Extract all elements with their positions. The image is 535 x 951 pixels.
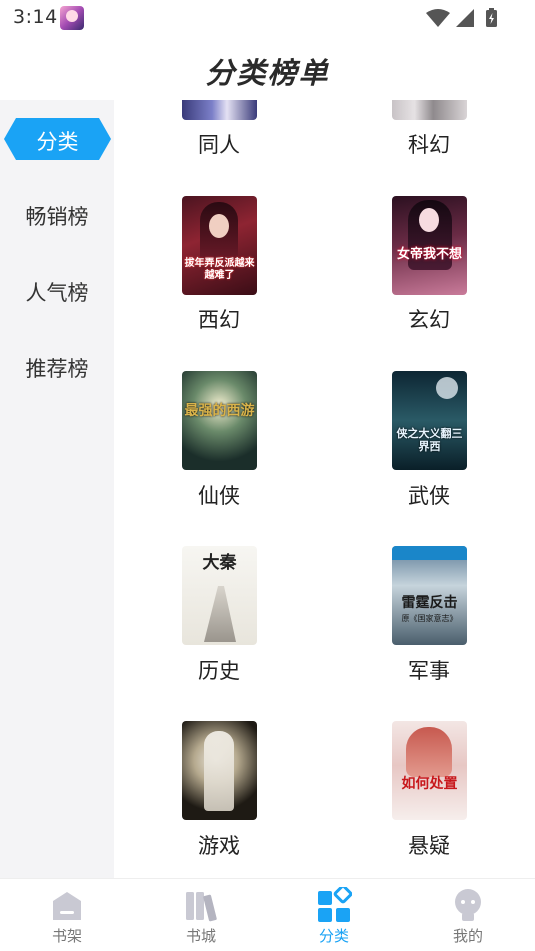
book-cover-xihuan[interactable]: 拔年弄反派越来越难了 [182, 196, 257, 295]
category-label-xuanhuan[interactable]: 玄幻 [324, 304, 534, 334]
category-label-xianxia[interactable]: 仙侠 [114, 480, 324, 510]
book-cover-wuxia[interactable]: 侠之大义翻三界西 [392, 371, 467, 470]
bookstore-icon [186, 892, 217, 922]
book-cover-tongren [182, 100, 257, 120]
status-bar: 3:14 [0, 0, 535, 36]
signal-icon [456, 8, 474, 27]
nav-item-bookshelf[interactable]: 书架 [0, 879, 134, 951]
sidebar-item-bestseller[interactable]: 畅销榜 [0, 201, 114, 231]
cover-title: 最强的西游 [184, 403, 255, 419]
cover-title: 拔年弄反派越来越难了 [184, 258, 255, 281]
category-label-xuanyi[interactable]: 悬疑 [324, 830, 534, 860]
book-cover-lishi[interactable]: 大秦 [182, 546, 257, 645]
cover-title: 如何处置 [401, 776, 458, 792]
bottom-nav: 书架 书城 分类 我的 [0, 878, 535, 951]
cover-subtitle: 原《国家意志》 [401, 614, 458, 623]
category-grid: 同人 科幻 拔年弄反派越来越难了 西幻 女帝我不想 玄幻 最强的西游 仙侠 侠之… [114, 100, 535, 878]
book-cover-youxi[interactable] [182, 721, 257, 820]
category-label-kehuan[interactable]: 科幻 [324, 129, 534, 159]
book-cover-junshi[interactable]: 雷霆反击 原《国家意志》 [392, 546, 467, 645]
nav-item-bookstore[interactable]: 书城 [134, 879, 268, 951]
book-cover-xuanyi[interactable]: 如何处置 [392, 721, 467, 820]
notification-app-icon [60, 6, 84, 30]
nav-label-bookshelf: 书架 [51, 927, 82, 945]
nav-label-bookstore: 书城 [185, 927, 216, 945]
category-label-wuxia[interactable]: 武侠 [324, 480, 534, 510]
sidebar-item-popular[interactable]: 人气榜 [0, 277, 114, 307]
wifi-icon [426, 8, 450, 27]
category-label-junshi[interactable]: 军事 [324, 655, 534, 685]
nav-item-category[interactable]: 分类 [267, 879, 401, 951]
book-cover-xianxia[interactable]: 最强的西游 [182, 371, 257, 470]
cover-title: 大秦 [202, 553, 237, 573]
category-label-tongren[interactable]: 同人 [114, 129, 324, 159]
sidebar: 分类 畅销榜 人气榜 推荐榜 [0, 100, 114, 878]
status-time: 3:14 [13, 6, 58, 28]
cover-title: 侠之大义翻三界西 [396, 427, 463, 453]
book-cover-xuanhuan[interactable]: 女帝我不想 [392, 196, 467, 295]
battery-icon [486, 8, 497, 27]
cover-title: 雷霆反击 [401, 595, 458, 611]
category-label-xihuan[interactable]: 西幻 [114, 304, 324, 334]
page-title: 分类榜单 [205, 56, 330, 90]
cover-title: 女帝我不想 [396, 247, 462, 262]
status-icons [426, 8, 497, 27]
category-label-youxi[interactable]: 游戏 [114, 830, 324, 860]
sidebar-item-label: 分类 [36, 130, 79, 154]
nav-label-mine: 我的 [452, 927, 483, 945]
sidebar-item-category[interactable]: 分类 [4, 118, 111, 160]
nav-item-mine[interactable]: 我的 [401, 879, 535, 951]
category-icon [318, 887, 352, 922]
profile-icon [455, 889, 481, 921]
nav-label-category: 分类 [318, 927, 349, 945]
sidebar-item-recommended[interactable]: 推荐榜 [0, 353, 114, 383]
bookshelf-icon [53, 892, 81, 920]
category-label-lishi[interactable]: 历史 [114, 655, 324, 685]
book-cover-kehuan [392, 100, 467, 120]
